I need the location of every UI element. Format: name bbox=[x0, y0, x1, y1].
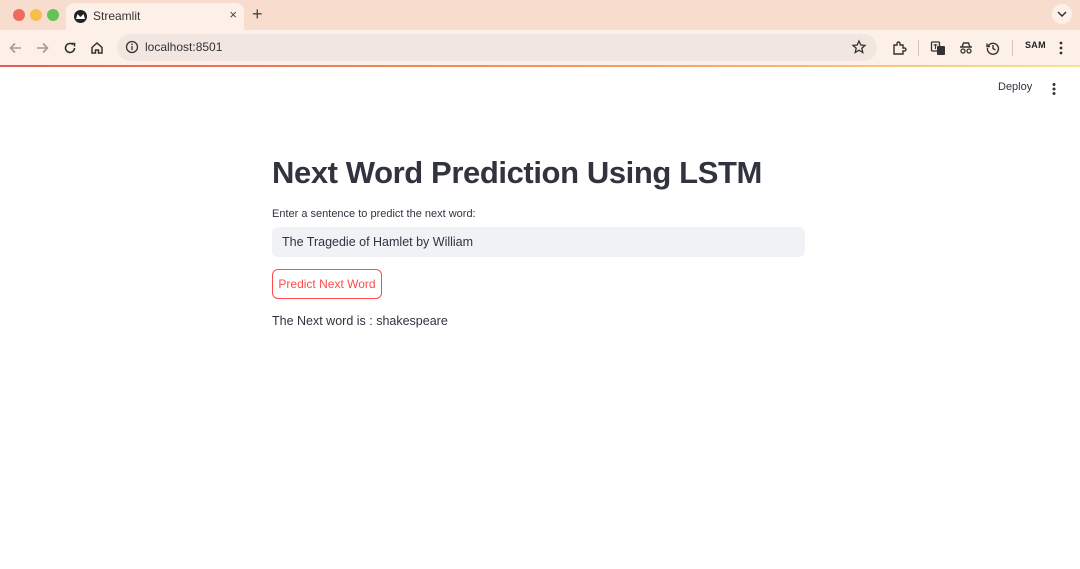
page-title: Next Word Prediction Using LSTM bbox=[272, 155, 762, 190]
input-label: Enter a sentence to predict the next wor… bbox=[272, 208, 476, 220]
toolbar-divider bbox=[1012, 40, 1013, 56]
prediction-result: The Next word is : shakespeare bbox=[272, 314, 448, 328]
home-icon[interactable] bbox=[88, 39, 106, 57]
new-tab-button[interactable]: + bbox=[252, 4, 263, 24]
back-icon[interactable] bbox=[7, 39, 25, 57]
reload-icon[interactable] bbox=[61, 39, 79, 57]
minimize-window-button[interactable] bbox=[30, 9, 42, 21]
maximize-window-button[interactable] bbox=[47, 9, 59, 21]
menu-icon[interactable] bbox=[1052, 39, 1070, 57]
more-options-icon[interactable] bbox=[1050, 82, 1058, 96]
streamlit-favicon-icon bbox=[74, 10, 87, 23]
history-icon[interactable] bbox=[984, 39, 1002, 57]
url-text: localhost:8501 bbox=[145, 40, 223, 54]
sentence-input-value[interactable]: The Tragedie of Hamlet by William bbox=[282, 235, 473, 249]
tab-title: Streamlit bbox=[93, 9, 141, 23]
predict-next-word-button[interactable]: Predict Next Word bbox=[272, 269, 382, 299]
info-icon[interactable] bbox=[125, 40, 139, 54]
tab-search-button[interactable] bbox=[1052, 4, 1072, 24]
browser-toolbar: localhost:8501 SAM bbox=[0, 30, 1080, 65]
address-bar[interactable]: localhost:8501 bbox=[117, 34, 877, 61]
browser-tab[interactable]: Streamlit × bbox=[66, 3, 244, 30]
sentence-input[interactable]: The Tragedie of Hamlet by William bbox=[272, 227, 805, 257]
close-window-button[interactable] bbox=[13, 9, 25, 21]
app-header: Deploy bbox=[0, 67, 1080, 111]
tab-close-icon[interactable]: × bbox=[229, 8, 237, 22]
profile-button[interactable]: SAM bbox=[1025, 40, 1046, 50]
browser-chrome: Streamlit × + localhost:8501 SAM bbox=[0, 0, 1080, 66]
translate-icon[interactable] bbox=[929, 39, 947, 57]
tab-bar: Streamlit × + bbox=[0, 0, 1080, 30]
forward-icon[interactable] bbox=[33, 39, 51, 57]
star-icon[interactable] bbox=[851, 39, 867, 55]
incognito-icon[interactable] bbox=[957, 39, 975, 57]
extensions-icon[interactable] bbox=[890, 39, 908, 57]
deploy-button[interactable]: Deploy bbox=[998, 81, 1032, 93]
toolbar-divider bbox=[918, 40, 919, 56]
